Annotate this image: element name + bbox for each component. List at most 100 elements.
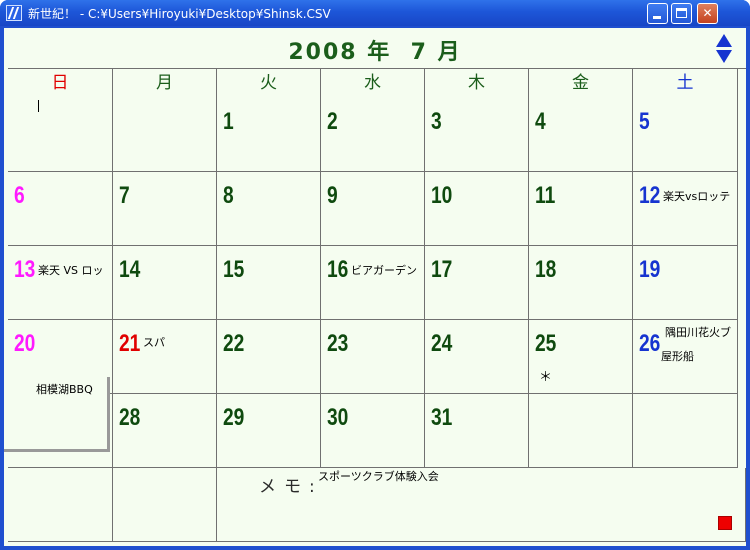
day-number: 3 — [431, 108, 442, 135]
text-caret — [38, 100, 39, 112]
day-number: 15 — [223, 256, 245, 283]
day-number: 13 — [14, 256, 36, 283]
day-cell[interactable] — [529, 394, 633, 468]
weekday-label: 土 — [633, 69, 738, 98]
day-cell[interactable] — [633, 394, 738, 468]
day-number: 31 — [431, 404, 453, 431]
day-cell[interactable]: 17 — [425, 246, 529, 320]
day-note: 楽天 VS ロッ — [38, 264, 104, 277]
maximize-button[interactable] — [671, 3, 692, 24]
day-cell[interactable] — [113, 98, 217, 172]
day-number: 2 — [327, 108, 338, 135]
day-note-second: 屋形船 — [661, 350, 694, 363]
memo-text[interactable]: スポーツクラブ体験入会 — [318, 468, 439, 484]
window-title: 新世紀！ - C:¥Users¥Hiroyuki¥Desktop¥Shinsk.… — [28, 7, 331, 21]
day-cell[interactable]: 7 — [113, 172, 217, 246]
weekday-label: 月 — [113, 69, 217, 98]
maximize-icon — [676, 8, 687, 18]
day-cell[interactable]: 9 — [321, 172, 425, 246]
stop-icon[interactable] — [718, 516, 732, 530]
close-icon: ✕ — [702, 6, 713, 20]
day-number: 10 — [431, 182, 453, 209]
day-number: 19 — [639, 256, 661, 283]
day-number: 12 — [639, 182, 661, 209]
day-cell[interactable] — [8, 98, 113, 172]
day-number: 25 — [535, 330, 557, 357]
minimize-icon — [653, 16, 661, 19]
calendar-header: 2008 年 7 月 — [4, 28, 746, 68]
day-number: 20 — [14, 330, 36, 357]
day-cell[interactable]: 3 — [425, 98, 529, 172]
previous-month-arrow-icon[interactable] — [716, 34, 732, 47]
day-cell[interactable]: 29 — [217, 394, 321, 468]
day-cell[interactable]: 18 — [529, 246, 633, 320]
minimize-button[interactable] — [647, 3, 668, 24]
day-number: 16 — [327, 256, 349, 283]
day-cell[interactable]: 12 楽天vsロッテ — [633, 172, 738, 246]
day-cell[interactable]: 14 — [113, 246, 217, 320]
day-number: 6 — [14, 182, 25, 209]
day-cell[interactable]: 16 ビアガーデン — [321, 246, 425, 320]
day-number: 21 — [119, 330, 141, 357]
month: 7 — [410, 40, 428, 65]
memo-row-cell — [8, 468, 113, 542]
weekday-label: 木 — [425, 69, 529, 98]
day-number: 28 — [119, 404, 141, 431]
day-number: 30 — [327, 404, 349, 431]
day-note: スパ — [143, 336, 165, 349]
weekday-header-row: 日月火水木金土 — [8, 68, 746, 98]
day-number: 5 — [639, 108, 650, 135]
app-window: 新世紀！ - C:¥Users¥Hiroyuki¥Desktop¥Shinsk.… — [0, 0, 750, 550]
day-cell[interactable]: 15 — [217, 246, 321, 320]
day-cell[interactable]: 31 — [425, 394, 529, 468]
day-cell[interactable]: 21 スパ — [113, 320, 217, 394]
day-note: 楽天vsロッテ — [663, 190, 731, 203]
day-number: 17 — [431, 256, 453, 283]
day-cell[interactable]: 11 — [529, 172, 633, 246]
note-popup[interactable]: 相模湖BBQ — [4, 377, 110, 452]
day-number: 11 — [535, 182, 556, 209]
day-number: 26 — [639, 330, 661, 357]
day-cell[interactable]: 4 — [529, 98, 633, 172]
day-cell[interactable]: 26 隅田川花火ブ屋形船 — [633, 320, 738, 394]
weekday-label: 水 — [321, 69, 425, 98]
day-cell[interactable]: 10 — [425, 172, 529, 246]
day-cell[interactable]: 5 — [633, 98, 738, 172]
day-cell[interactable]: 23 — [321, 320, 425, 394]
app-icon[interactable] — [6, 5, 22, 21]
day-cell[interactable]: 25 ＊ — [529, 320, 633, 394]
day-number: 4 — [535, 108, 546, 135]
weekday-label: 金 — [529, 69, 633, 98]
day-number: 22 — [223, 330, 245, 357]
day-cell[interactable]: 2 — [321, 98, 425, 172]
day-note: ビアガーデン — [351, 264, 417, 277]
year-unit: 年 — [367, 40, 392, 65]
day-cell[interactable]: 24 — [425, 320, 529, 394]
next-month-arrow-icon[interactable] — [716, 50, 732, 63]
title-bar[interactable]: 新世紀！ - C:¥Users¥Hiroyuki¥Desktop¥Shinsk.… — [0, 0, 750, 26]
month-title: 2008 年 7 月 — [4, 34, 746, 66]
day-number: 1 — [223, 108, 234, 135]
day-cell[interactable]: 19 — [633, 246, 738, 320]
year: 2008 — [288, 40, 358, 65]
day-cell[interactable]: 8 — [217, 172, 321, 246]
day-note: ＊ — [539, 370, 553, 385]
day-cell[interactable]: 30 — [321, 394, 425, 468]
day-cell[interactable]: 6 — [8, 172, 113, 246]
memo-label: メモ: — [259, 477, 323, 497]
day-cell[interactable]: 1 — [217, 98, 321, 172]
close-button[interactable]: ✕ — [697, 3, 718, 24]
day-number: 18 — [535, 256, 557, 283]
weekday-label: 火 — [217, 69, 321, 98]
day-number: 24 — [431, 330, 453, 357]
calendar-area: 2008 年 7 月 日月火水木金土 1 2 3 4 5 6 7 8 9 10 11 12 楽天vsロッテ… — [4, 28, 746, 546]
day-number: 23 — [327, 330, 349, 357]
weekday-label: 日 — [8, 69, 113, 98]
month-unit: 月 — [437, 40, 462, 65]
day-cell[interactable]: 22 — [217, 320, 321, 394]
day-note: 隅田川花火ブ — [665, 326, 731, 339]
day-cell[interactable]: 13 楽天 VS ロッ — [8, 246, 113, 320]
day-number: 9 — [327, 182, 338, 209]
day-number: 29 — [223, 404, 245, 431]
day-cell[interactable]: 28 — [113, 394, 217, 468]
